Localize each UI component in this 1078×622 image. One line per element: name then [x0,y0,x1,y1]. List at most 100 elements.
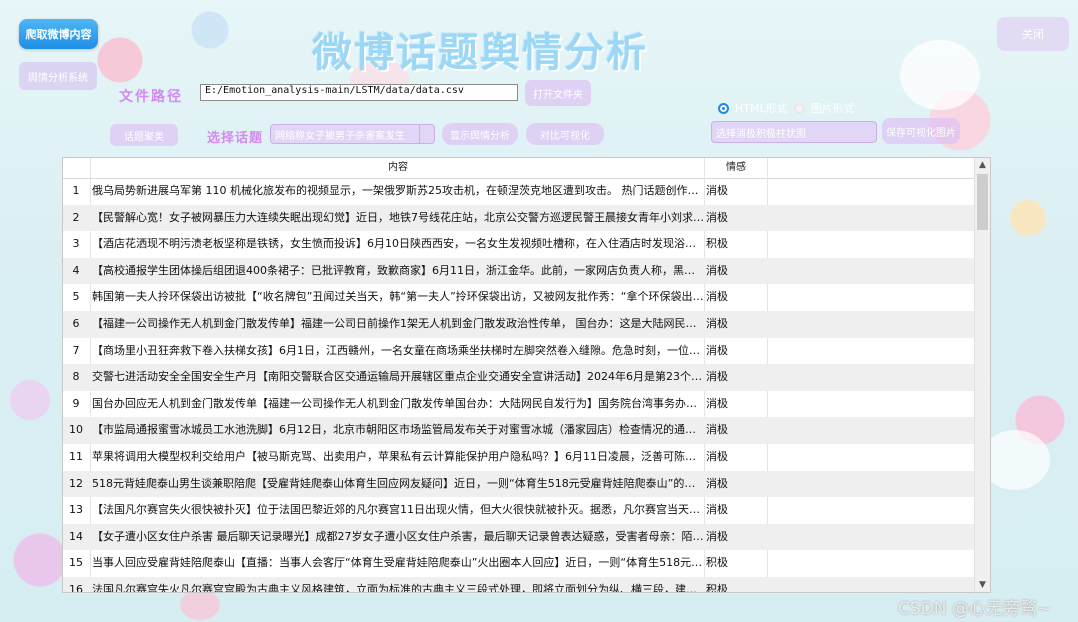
cell-content[interactable]: 国台办回应无人机到金门散发传单【福建一公司操作无人机到金门散发传单国台办：大陆网… [92,391,704,418]
table-row[interactable]: 4 【高校通报学生团体操后组团退400条裙子：已批评教育，致歉商家】6月11日，浙… [63,257,976,285]
cell-content[interactable]: 【高校通报学生团体操后组团退400条裙子：已批评教育，致歉商家】6月11日，浙江… [92,258,704,285]
table-row[interactable]: 9 国台办回应无人机到金门散发传单【福建一公司操作无人机到金门散发传单国台办：大陆… [63,391,976,418]
cell-content[interactable]: 【法国凡尔赛宫失火很快被扑灭】位于法国巴黎近郊的凡尔赛宫11日出现火情，但大火很… [92,497,704,524]
scroll-down-icon[interactable]: ▼ [975,578,990,592]
row-number: 15 [69,556,83,570]
cell-content[interactable]: 俄乌局势新进展乌军第 110 机械化旅发布的视频显示，一架俄罗斯苏25攻击机，在… [92,178,704,205]
row-number: 9 [72,396,80,410]
cell-content[interactable]: 【女子遭小区女住户杀害 最后聊天记录曝光】成都27岁女子遭小区女住户杀害，最后聊… [92,524,704,551]
table-row[interactable]: 1 俄乌局势新进展乌军第 110 机械化旅发布的视频显示，一架俄罗斯苏25攻击机，… [63,178,976,205]
cell-content[interactable]: 交警七进活动安全全国安全生产月【南阳交警联合区交通运输局开展辖区重点企业交通安全… [92,364,704,391]
scroll-up-icon[interactable]: ▲ [975,158,990,172]
cell-sentiment[interactable]: 积极 [706,231,766,258]
data-table: 内容 情感 1 俄乌局势新进展乌军第 110 机械化旅发布的视频显示，一架俄罗斯苏… [62,157,991,593]
row-number: 6 [72,316,80,330]
cell-sentiment[interactable]: 消极 [706,444,766,471]
display-mode-group: HTML形式 图片形式 [718,100,855,116]
table-row[interactable]: 14 【女子遭小区女住户杀害 最后聊天记录曝光】成都27岁女子遭小区女住户杀害，最… [63,523,976,551]
row-number: 4 [72,263,80,277]
table-header: 内容 情感 [63,158,976,179]
table-row[interactable]: 8 交警七进活动安全全国安全生产月【南阳交警联合区交通运输局开展辖区重点企业交通安… [63,364,976,391]
table-row[interactable]: 13 【法国凡尔赛宫失火很快被扑灭】位于法国巴黎近郊的凡尔赛宫11日出现火情，但大… [63,497,976,524]
show-analysis-button[interactable]: 显示舆情分析 [442,123,518,145]
cell-sentiment[interactable]: 消极 [706,205,766,232]
row-number: 16 [69,582,83,593]
crawl-weibo-button[interactable]: 爬取微博内容 [19,19,98,49]
table-row[interactable]: 10 【市监局通报蜜雪冰城员工水池洗脚】6月12日，北京市朝阳区市场监管局发布关于… [63,417,976,444]
cell-content[interactable]: 【酒店花洒现不明污渍老板坚称是铁锈，女生愤而投诉】6月10日陕西西安，一名女生发… [92,231,704,258]
cell-content[interactable]: 【民警解心宽！女子被网暴压力大连续失眠出现幻觉】近日，地铁7号线花庄站，北京公交… [92,205,704,232]
topic-select[interactable]: 网络称女子被男子杀害案发生 [270,124,435,144]
close-button[interactable]: 关闭 [997,17,1069,51]
scroll-thumb[interactable] [977,174,988,230]
radio-html-label[interactable]: HTML形式 [735,100,788,116]
row-number: 8 [72,370,80,384]
page-title: 微博话题舆情分析 [312,29,648,76]
cell-sentiment[interactable]: 消极 [706,284,766,311]
cell-sentiment[interactable]: 消极 [706,178,766,205]
row-number: 2 [72,210,80,224]
chart-type-select[interactable]: 选择消极积极柱状图 [711,121,877,143]
radio-image[interactable] [793,102,805,114]
row-number: 14 [69,529,83,543]
cell-sentiment[interactable]: 积极 [706,577,766,592]
table-row[interactable]: 3 【酒店花洒现不明污渍老板坚称是铁锈，女生愤而投诉】6月10日陕西西安，一名女生… [63,231,976,258]
table-row[interactable]: 11 苹果将调用大模型权利交给用户【被马斯克骂、出卖用户，苹果私有云计算能保护用户… [63,444,976,471]
cell-sentiment[interactable]: 消极 [706,258,766,285]
decor-flower [1010,200,1046,236]
chevron-down-icon[interactable] [419,125,432,143]
decor-flower [180,590,220,620]
table-body: 1 俄乌局势新进展乌军第 110 机械化旅发布的视频显示，一架俄罗斯苏25攻击机，… [63,178,976,593]
watermark: CSDN @心无旁骛~ [898,599,1052,619]
open-folder-button[interactable]: 打开文件夹 [525,80,591,106]
compare-visualization-button[interactable]: 对比可视化 [526,123,604,145]
table-row[interactable]: 6 【福建一公司操作无人机到金门散发传单】福建一公司日前操作1架无人机到金门散发政… [63,310,976,338]
row-number: 13 [69,503,83,517]
radio-html[interactable] [718,102,729,114]
cell-sentiment[interactable]: 消极 [706,524,766,551]
column-header-sentiment[interactable]: 情感 [706,158,766,178]
cell-content[interactable]: 【福建一公司操作无人机到金门散发传单】福建一公司日前操作1架无人机到金门散发政治… [92,311,704,338]
cell-content[interactable]: 苹果将调用大模型权利交给用户【被马斯克骂、出卖用户，苹果私有云计算能保护用户隐私… [92,444,704,471]
cell-sentiment[interactable]: 消极 [706,417,766,444]
row-number: 7 [72,343,80,357]
save-visualization-button[interactable]: 保存可视化图片 [882,118,960,144]
cell-sentiment[interactable]: 消极 [706,311,766,338]
topic-cluster-button[interactable]: 话题聚类 [110,124,178,146]
cell-sentiment[interactable]: 消极 [706,471,766,498]
cell-sentiment[interactable]: 消极 [706,338,766,365]
decor-character [900,40,980,110]
row-number: 3 [72,237,80,251]
table-row[interactable]: 5 韩国第一夫人拎环保袋出访被批【“收名牌包”丑闻过关当天，韩“第一夫人”拎环保袋… [63,284,976,311]
cell-sentiment[interactable]: 消极 [706,364,766,391]
vertical-scrollbar[interactable]: ▲ ▼ [974,158,990,592]
file-path-input[interactable]: E:/Emotion_analysis-main/LSTM/data/data.… [200,84,518,101]
radio-image-label[interactable]: 图片形式 [811,100,855,116]
column-header-content[interactable]: 内容 [92,158,704,178]
cell-content[interactable]: 【市监局通报蜜雪冰城员工水池洗脚】6月12日，北京市朝阳区市场监管局发布关于对蜜… [92,417,704,444]
row-number: 11 [69,449,83,463]
table-row[interactable]: 2 【民警解心宽！女子被网暴压力大连续失眠出现幻觉】近日，地铁7号线花庄站，北京公… [63,204,976,232]
table-row[interactable]: 16 法国凡尔赛宫失火凡尔赛宫宫殿为古典主义风格建筑，立面为标准的古典主义三段式处… [63,576,976,593]
row-number: 10 [69,423,83,437]
chart-select-value: 选择消极积极柱状图 [716,128,806,140]
cell-sentiment[interactable]: 积极 [706,550,766,577]
cell-content[interactable]: 【商场里小丑狂奔救下卷入扶梯女孩】6月1日，江西赣州，一名女童在商场乘坐扶梯时左… [92,338,704,365]
table-row[interactable]: 12 518元背娃爬泰山男生谈兼职陪爬【受雇背娃爬泰山体育生回应网友疑问】近日，一… [63,470,976,498]
cell-content[interactable]: 法国凡尔赛宫失火凡尔赛宫宫殿为古典主义风格建筑，立面为标准的古典主义三段式处理，… [92,577,704,592]
sentiment-system-button[interactable]: 舆情分析系统 [19,62,97,90]
table-row[interactable]: 7 【商场里小丑狂奔救下卷入扶梯女孩】6月1日，江西赣州，一名女童在商场乘坐扶梯时… [63,338,976,365]
file-path-label: 文件路径 [119,89,183,105]
topic-select-value: 网络称女子被男子杀害案发生 [275,130,405,142]
row-number: 12 [69,476,83,490]
cell-content[interactable]: 518元背娃爬泰山男生谈兼职陪爬【受雇背娃爬泰山体育生回应网友疑问】近日，一则“… [92,471,704,498]
cell-content[interactable]: 当事人回应受雇背娃陪爬泰山【直播：当事人会客厅“体育生受雇背娃陪爬泰山”火出圈本… [92,550,704,577]
cell-content[interactable]: 韩国第一夫人拎环保袋出访被批【“收名牌包”丑闻过关当天，韩“第一夫人”拎环保袋出… [92,284,704,311]
row-number: 1 [72,184,80,197]
select-topic-label: 选择话题 [207,131,264,146]
cell-sentiment[interactable]: 消极 [706,391,766,418]
cell-sentiment[interactable]: 消极 [706,497,766,524]
row-number: 5 [72,290,80,304]
decor-flower [10,380,50,420]
table-row[interactable]: 15 当事人回应受雇背娃陪爬泰山【直播：当事人会客厅“体育生受雇背娃陪爬泰山”火出… [63,550,976,577]
